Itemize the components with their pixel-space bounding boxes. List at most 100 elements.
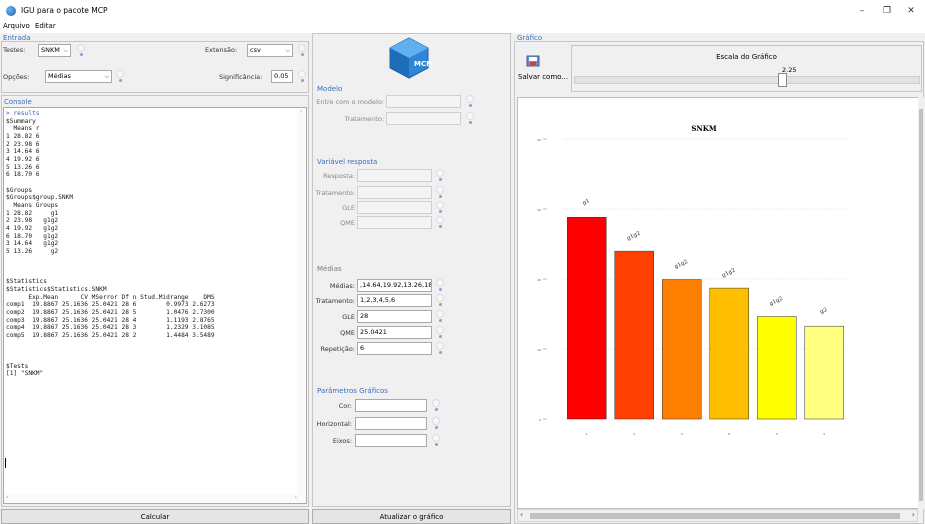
console-line: 2 23.98 g1g2 <box>6 217 59 225</box>
cor-input[interactable] <box>355 399 427 412</box>
console-line: Means Groups <box>6 201 59 209</box>
horizontal-input[interactable] <box>355 417 427 430</box>
x-tick-label: 2 <box>633 432 635 436</box>
close-button[interactable]: ✕ <box>900 4 922 18</box>
repeticao-input[interactable]: 6 <box>357 342 432 355</box>
escala-slider-track[interactable] <box>574 76 920 84</box>
medias-gle-spinner[interactable] <box>436 310 444 324</box>
console-hscrollbar[interactable]: ‹ › <box>4 494 299 503</box>
eixos-input[interactable] <box>355 434 427 447</box>
medias-spinner[interactable] <box>436 279 444 293</box>
console-scrollbar[interactable]: ⌃ <box>297 108 306 503</box>
chart-hscrollbar[interactable]: ‹ › <box>517 509 918 522</box>
mcp-logo: MCP <box>387 36 431 80</box>
var-qme-input[interactable] <box>357 216 432 229</box>
salvar-button[interactable]: Salvar como... <box>518 73 568 81</box>
medias-qme-input[interactable]: 25.0421 <box>357 326 432 339</box>
console-line: 5 13.26 6 <box>6 163 40 171</box>
medias-input[interactable]: ,14.64,19.92,13.26,18.70 <box>357 279 432 292</box>
testes-combo[interactable]: SNKM ⌵ <box>38 44 71 57</box>
atualizar-button[interactable]: Atualizar o gráfico <box>312 509 511 524</box>
repeticao-spinner[interactable] <box>436 342 444 356</box>
resposta-spinner[interactable] <box>436 169 444 183</box>
medias-tratamento-spinner[interactable] <box>436 294 444 308</box>
parametros-group-label: Parâmetros Gráficos <box>317 387 388 395</box>
cor-label: Cor: <box>338 402 352 410</box>
resposta-label: Resposta: <box>323 172 355 180</box>
console-line: 1 28.82 6 <box>6 132 40 140</box>
var-gle-spinner[interactable] <box>436 201 444 215</box>
chart-hscroll-thumb[interactable] <box>530 513 900 519</box>
save-icon[interactable] <box>526 55 540 67</box>
extensao-spinner[interactable] <box>298 44 306 58</box>
chart-vscrollbar[interactable] <box>918 97 924 509</box>
var-gle-input[interactable] <box>357 201 432 214</box>
window-title: IGU para o pacote MCP <box>21 6 108 15</box>
app-icon <box>6 6 16 16</box>
scroll-up-icon[interactable]: ⌃ <box>299 110 303 116</box>
maximize-button[interactable]: ❐ <box>876 4 898 18</box>
console-line: [1] "SNKM" <box>6 370 44 378</box>
console-lines: > results $Summary Means r1 28.82 62 23.9… <box>6 110 215 378</box>
opcoes-combo[interactable]: Médias ⌵ <box>45 70 112 83</box>
console-line: > results <box>6 110 40 117</box>
escala-slider-thumb[interactable] <box>777 73 787 87</box>
bar-label: g1 <box>582 198 591 206</box>
bar-5 <box>804 325 844 420</box>
medias-qme-spinner[interactable] <box>436 326 444 340</box>
menu-bar: Arquivo Editar <box>0 22 925 33</box>
eixos-spinner[interactable] <box>432 434 440 448</box>
x-tick-label: 6 <box>728 432 730 436</box>
extensao-combo[interactable]: csv ⌵ <box>247 44 293 57</box>
var-qme-spinner[interactable] <box>436 216 444 230</box>
console-line: comp4 19.8867 25.1636 25.0421 28 3 1.232… <box>6 324 215 332</box>
bar-3 <box>757 316 797 420</box>
testes-value: SNKM <box>41 46 60 54</box>
console-line: 1 28.82 g1 <box>6 209 59 217</box>
chart-title: SNKM <box>691 124 717 133</box>
medias-tratamento-input[interactable]: 1,2,3,4,5,6 <box>357 294 432 307</box>
testes-spinner[interactable] <box>77 44 85 58</box>
var-tratamento-input[interactable] <box>357 186 432 199</box>
resposta-input[interactable] <box>357 169 432 182</box>
x-tick-label: 5 <box>823 432 825 436</box>
menu-editar[interactable]: Editar <box>35 22 56 30</box>
logo-text: MCP <box>414 60 431 68</box>
scroll-right-icon[interactable]: › <box>295 494 297 501</box>
console-line: 6 18.70 g1g2 <box>6 232 59 240</box>
chevron-down-icon: ⌵ <box>104 73 109 80</box>
chart-vscroll-thumb[interactable] <box>919 109 923 501</box>
scroll-left-icon[interactable]: ‹ <box>520 510 523 519</box>
opcoes-spinner[interactable] <box>116 70 124 84</box>
bar-label: g1g2 <box>769 296 784 307</box>
calcular-button[interactable]: Calcular <box>1 509 309 524</box>
var-tratamento-spinner[interactable] <box>436 186 444 200</box>
modelo-entre-label: Entre com o modelo: <box>316 98 384 106</box>
medias-gle-input[interactable]: 28 <box>357 310 432 323</box>
opcoes-value: Médias <box>48 72 71 80</box>
significancia-field[interactable]: 0.05 <box>271 70 293 83</box>
menu-arquivo[interactable]: Arquivo <box>3 22 30 30</box>
modelo-tratamento-input[interactable] <box>386 112 461 125</box>
scroll-right-icon[interactable]: › <box>912 510 915 519</box>
modelo-tratamento-spinner[interactable] <box>466 112 474 126</box>
significancia-label: Significância: <box>219 73 263 81</box>
y-tick-label: 20 <box>537 278 541 282</box>
console-output[interactable]: > results $Summary Means r1 28.82 62 23.9… <box>3 107 307 504</box>
repeticao-label: Repetição: <box>320 345 355 353</box>
modelo-spinner[interactable] <box>466 95 474 109</box>
modelo-input[interactable] <box>386 95 461 108</box>
var-tratamento-label: Tratamento: <box>315 189 355 197</box>
scroll-left-icon[interactable]: ‹ <box>6 494 8 501</box>
extensao-label: Extensão: <box>205 46 238 54</box>
medias-label: Médias: <box>329 282 355 290</box>
cor-spinner[interactable] <box>432 399 440 413</box>
horizontal-spinner[interactable] <box>432 417 440 431</box>
minimize-button[interactable]: – <box>851 4 873 18</box>
horizontal-label: Horizontal: <box>316 420 352 428</box>
significancia-spinner[interactable] <box>298 70 306 84</box>
